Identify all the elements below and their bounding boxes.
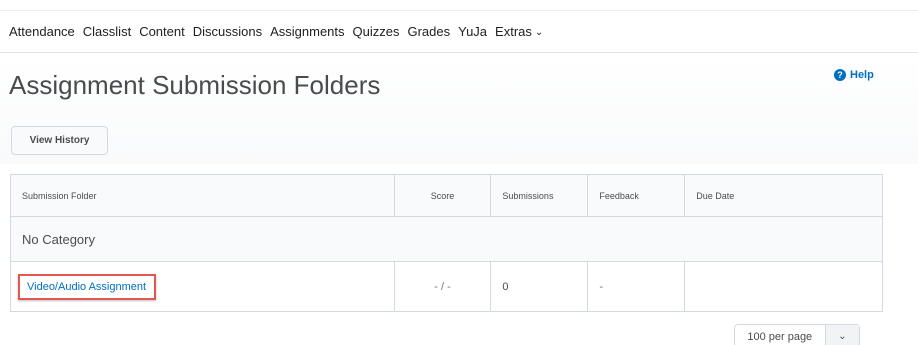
- submission-folders-table: Submission Folder Score Submissions Feed…: [10, 174, 883, 312]
- feedback-cell: -: [587, 261, 685, 312]
- per-page-select[interactable]: 100 per page ⌄: [734, 324, 860, 345]
- submissions-cell: 0: [490, 261, 588, 312]
- help-link[interactable]: ? Help: [834, 69, 874, 81]
- score-cell: - / -: [393, 261, 491, 312]
- nav-yuja[interactable]: YuJa: [458, 24, 487, 39]
- category-row: No Category: [10, 216, 883, 262]
- col-header-score: Score: [393, 174, 491, 217]
- col-header-submission-folder: Submission Folder: [10, 174, 395, 217]
- nav-attendance[interactable]: Attendance: [9, 24, 75, 39]
- col-header-due-date: Due Date: [684, 174, 883, 217]
- table-row: Video/Audio Assignment - / - 0 -: [10, 261, 883, 312]
- category-label: No Category: [10, 216, 883, 262]
- course-navbar: Attendance Classlist Content Discussions…: [0, 11, 918, 53]
- nav-assignments[interactable]: Assignments: [270, 24, 344, 39]
- folder-link[interactable]: Video/Audio Assignment: [27, 281, 146, 293]
- highlight-box: Video/Audio Assignment: [18, 273, 157, 300]
- chevron-down-icon: ⌄: [534, 27, 544, 38]
- question-circle-icon: ?: [834, 69, 846, 81]
- nav-content[interactable]: Content: [139, 24, 185, 39]
- nav-extras[interactable]: Extras ⌄: [495, 24, 543, 39]
- nav-discussions[interactable]: Discussions: [193, 24, 262, 39]
- nav-classlist[interactable]: Classlist: [83, 24, 131, 39]
- view-history-button[interactable]: View History: [11, 126, 108, 155]
- nav-extras-label: Extras: [495, 24, 532, 39]
- page-title: Assignment Submission Folders: [9, 70, 381, 100]
- col-header-submissions: Submissions: [490, 174, 588, 217]
- table-header-row: Submission Folder Score Submissions Feed…: [10, 174, 883, 217]
- per-page-value: 100 per page: [747, 330, 813, 343]
- due-date-cell: [684, 261, 883, 312]
- nav-grades[interactable]: Grades: [407, 24, 450, 39]
- help-label: Help: [850, 69, 874, 81]
- folder-cell: Video/Audio Assignment: [11, 262, 395, 312]
- col-header-feedback: Feedback: [587, 174, 685, 217]
- nav-quizzes[interactable]: Quizzes: [353, 24, 400, 39]
- chevron-down-icon: ⌄: [824, 325, 859, 345]
